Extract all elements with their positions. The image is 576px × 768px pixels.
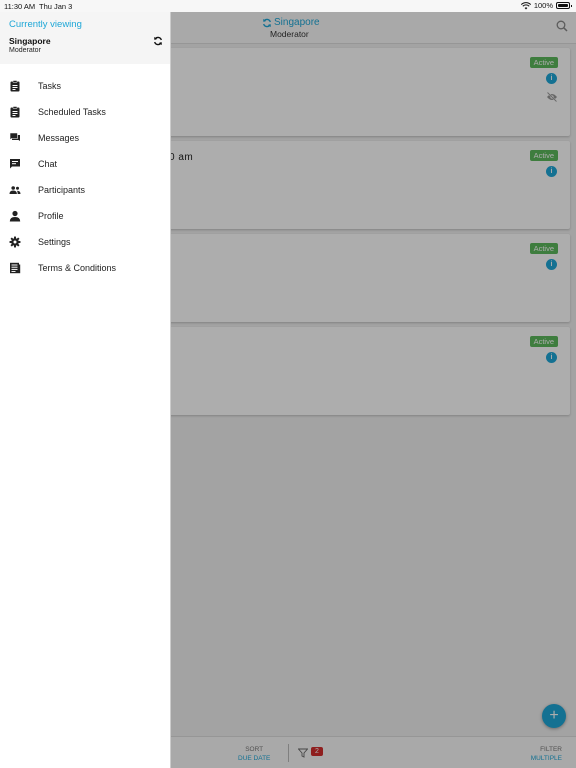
document-icon — [10, 262, 21, 274]
gear-icon — [9, 236, 21, 248]
menu-item-label: Chat — [38, 159, 58, 169]
menu-item-scheduled-tasks[interactable]: Scheduled Tasks — [0, 99, 170, 125]
drawer-menu: Tasks Scheduled Tasks Messages Chat Part… — [0, 73, 170, 281]
menu-item-chat[interactable]: Chat — [0, 151, 170, 177]
status-date: Thu Jan 3 — [39, 2, 73, 11]
menu-item-settings[interactable]: Settings — [0, 229, 170, 255]
menu-item-profile[interactable]: Profile — [0, 203, 170, 229]
switch-site-icon[interactable] — [153, 36, 163, 46]
status-time: 11:30 AM — [4, 2, 36, 11]
menu-item-terms-conditions[interactable]: Terms & Conditions — [0, 255, 170, 281]
menu-item-label: Settings — [38, 237, 71, 247]
clipboard-icon — [10, 80, 20, 92]
current-role: Moderator — [9, 47, 41, 54]
status-right: 100% — [520, 1, 572, 10]
drawer-header: Currently viewing Singapore Moderator — [0, 12, 170, 64]
wifi-icon — [520, 1, 531, 9]
menu-item-label: Profile — [38, 211, 64, 221]
battery-icon — [556, 2, 572, 9]
currently-viewing-label: Currently viewing — [9, 19, 82, 30]
profile-icon — [9, 210, 21, 222]
menu-item-label: Terms & Conditions — [38, 263, 117, 273]
menu-item-label: Scheduled Tasks — [38, 107, 106, 117]
menu-item-participants[interactable]: Participants — [0, 177, 170, 203]
menu-item-label: Participants — [38, 185, 86, 195]
current-site: Singapore — [9, 36, 51, 46]
participants-icon — [9, 186, 21, 194]
messages-icon — [9, 132, 20, 141]
menu-item-tasks[interactable]: Tasks — [0, 73, 170, 99]
clipboard-icon — [10, 106, 20, 118]
menu-item-messages[interactable]: Messages — [0, 125, 170, 151]
menu-item-label: Tasks — [38, 81, 62, 91]
status-bar: 11:30 AM Thu Jan 3 100% — [0, 0, 576, 12]
menu-item-label: Messages — [38, 133, 80, 143]
navigation-drawer: Currently viewing Singapore Moderator Ta… — [0, 12, 171, 768]
battery-percent: 100% — [533, 1, 553, 10]
chat-icon — [10, 159, 20, 169]
